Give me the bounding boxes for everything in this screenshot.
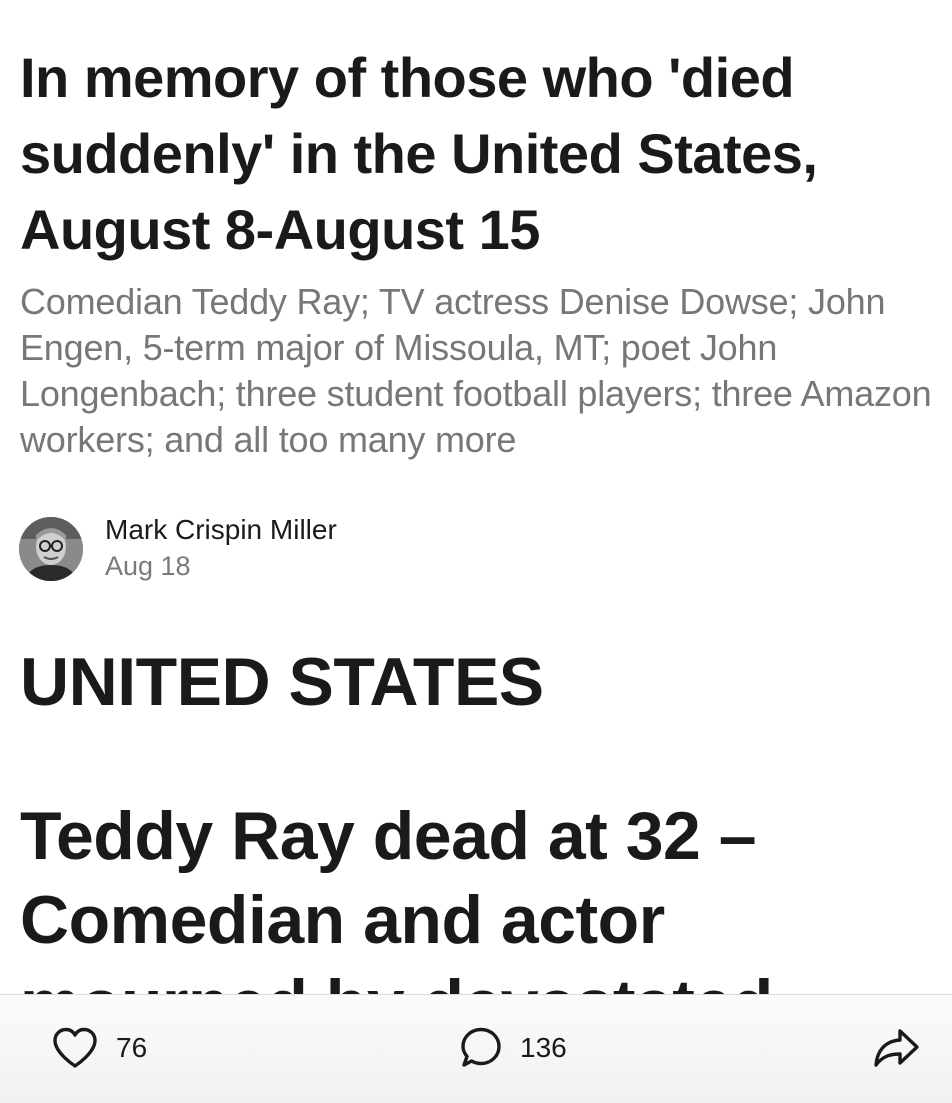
- comment-bubble-icon[interactable]: [456, 1026, 502, 1070]
- heart-icon[interactable]: [52, 1027, 98, 1069]
- post-title: In memory of those who 'died suddenly' i…: [20, 46, 818, 261]
- share-arrow-icon[interactable]: [872, 1027, 920, 1069]
- author-avatar[interactable]: [19, 517, 83, 581]
- post-subtitle: Comedian Teddy Ray; TV actress Denise Do…: [20, 281, 932, 460]
- comment-count: 136: [520, 1032, 567, 1063]
- author-name[interactable]: Mark Crispin Miller: [105, 513, 337, 547]
- post-content: In memory of those who 'died suddenly' i…: [0, 0, 952, 994]
- byline: Mark Crispin Miller Aug 18: [19, 513, 337, 585]
- like-button[interactable]: 76: [52, 1023, 147, 1073]
- byline-text: Mark Crispin Miller Aug 18: [105, 513, 337, 585]
- post-action-bar: 76 136: [0, 994, 952, 1103]
- share-button[interactable]: [872, 1023, 920, 1073]
- section-heading: UNITED STATES: [20, 644, 544, 720]
- post-date: Aug 18: [105, 551, 191, 581]
- like-count: 76: [116, 1032, 148, 1063]
- article-heading: Teddy Ray dead at 32 – Comedian and acto…: [20, 798, 773, 994]
- post-page: In memory of those who 'died suddenly' i…: [0, 0, 952, 1103]
- comment-button[interactable]: 136: [456, 1023, 567, 1073]
